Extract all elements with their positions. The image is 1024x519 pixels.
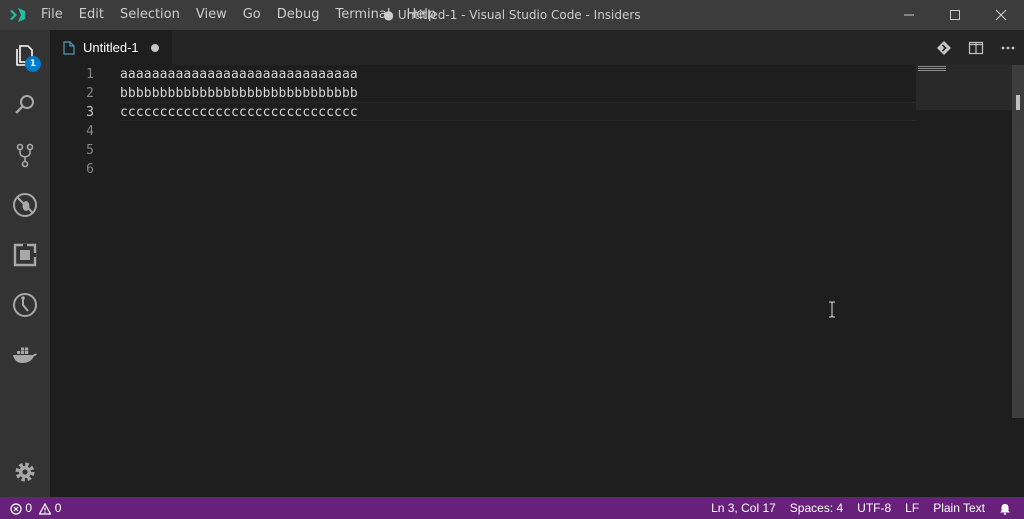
line-number: 4 <box>86 124 94 139</box>
code-line[interactable]: cccccccccccccccccccccccccccccc <box>120 103 358 122</box>
minimize-button[interactable] <box>886 0 932 30</box>
scrollbar-cursor-marker <box>1016 95 1020 110</box>
activity-extensions[interactable] <box>0 230 50 280</box>
text-cursor-icon <box>829 301 835 318</box>
warning-count: 0 <box>54 501 62 515</box>
error-count: 0 <box>25 501 33 515</box>
ellipsis-icon <box>1001 46 1015 49</box>
menu-debug[interactable]: Debug <box>269 0 328 30</box>
split-editor-button[interactable] <box>960 30 992 65</box>
line-number-active: 3 <box>86 105 94 120</box>
notifications-button[interactable] <box>992 497 1018 519</box>
maximize-icon <box>950 10 960 20</box>
activity-explorer[interactable]: 1 <box>0 30 50 80</box>
menu-terminal[interactable]: Terminal <box>328 0 399 30</box>
minimap-line <box>918 68 946 69</box>
minimap-slider[interactable] <box>916 65 1012 110</box>
line-number: 1 <box>86 67 94 82</box>
language-mode[interactable]: Plain Text <box>926 497 992 519</box>
menu-view[interactable]: View <box>188 0 235 30</box>
tab-label: Untitled-1 <box>83 40 139 55</box>
git-compare-icon <box>937 40 951 55</box>
error-icon <box>10 503 22 515</box>
end-of-line[interactable]: LF <box>898 497 926 519</box>
vscode-insiders-logo-icon <box>10 8 25 22</box>
maximize-button[interactable] <box>932 0 978 30</box>
menu-edit[interactable]: Edit <box>71 0 112 30</box>
minimap-line <box>918 70 946 71</box>
encoding[interactable]: UTF-8 <box>850 497 898 519</box>
minimize-icon <box>904 14 914 16</box>
more-actions-button[interactable] <box>992 30 1024 65</box>
menu-help[interactable]: Help <box>398 0 444 30</box>
minimap-line <box>918 66 946 67</box>
activity-remote[interactable] <box>0 280 50 330</box>
title-bar: File Edit Selection View Go Debug Termin… <box>0 0 1024 30</box>
code-line[interactable]: bbbbbbbbbbbbbbbbbbbbbbbbbbbbbb <box>120 84 358 103</box>
line-number: 2 <box>86 86 94 101</box>
window-controls <box>886 0 1024 30</box>
remote-icon <box>13 293 37 317</box>
menu-file[interactable]: File <box>33 0 71 30</box>
editor[interactable]: 1 2 3 4 5 6 aaaaaaaaaaaaaaaaaaaaaaaaaaaa… <box>50 65 1024 497</box>
vertical-scrollbar[interactable] <box>1012 65 1024 418</box>
line-number: 5 <box>86 143 94 158</box>
status-bar-right: Ln 3, Col 17 Spaces: 4 UTF-8 LF Plain Te… <box>704 497 1018 519</box>
activity-settings[interactable] <box>0 447 50 497</box>
close-button[interactable] <box>978 0 1024 30</box>
problems-indicator[interactable]: 0 0 <box>10 497 68 519</box>
split-editor-icon <box>968 41 984 54</box>
editor-actions <box>928 30 1024 65</box>
extensions-icon <box>13 243 37 267</box>
bell-icon <box>1000 503 1010 515</box>
tabs-bar: Untitled-1 <box>50 30 1024 65</box>
file-icon <box>63 40 75 55</box>
close-icon <box>995 9 1007 21</box>
menu-go[interactable]: Go <box>235 0 269 30</box>
debug-icon <box>13 193 37 217</box>
explorer-badge: 1 <box>25 56 41 72</box>
status-bar-left: 0 0 <box>10 497 68 519</box>
activity-source-control[interactable] <box>0 130 50 180</box>
activity-debug[interactable] <box>0 180 50 230</box>
activity-search[interactable] <box>0 80 50 130</box>
cursor-position[interactable]: Ln 3, Col 17 <box>704 497 783 519</box>
open-changes-button[interactable] <box>928 30 960 65</box>
search-icon <box>15 95 34 114</box>
menu-selection[interactable]: Selection <box>112 0 188 30</box>
activity-docker[interactable] <box>0 330 50 380</box>
source-control-icon <box>16 143 34 168</box>
line-number: 6 <box>86 162 94 177</box>
indentation[interactable]: Spaces: 4 <box>783 497 850 519</box>
gear-icon <box>15 462 35 482</box>
docker-icon <box>13 347 37 363</box>
warning-icon <box>38 502 52 515</box>
activity-bar: 1 <box>0 30 50 497</box>
status-bar: 0 0 Ln 3, Col 17 Spaces: 4 UTF-8 LF Plai… <box>0 497 1024 519</box>
tab-dirty-indicator[interactable] <box>151 44 159 52</box>
code-line[interactable]: aaaaaaaaaaaaaaaaaaaaaaaaaaaaaa <box>120 65 358 84</box>
tab-untitled-1[interactable]: Untitled-1 <box>50 30 172 65</box>
menu-bar: File Edit Selection View Go Debug Termin… <box>33 0 444 30</box>
